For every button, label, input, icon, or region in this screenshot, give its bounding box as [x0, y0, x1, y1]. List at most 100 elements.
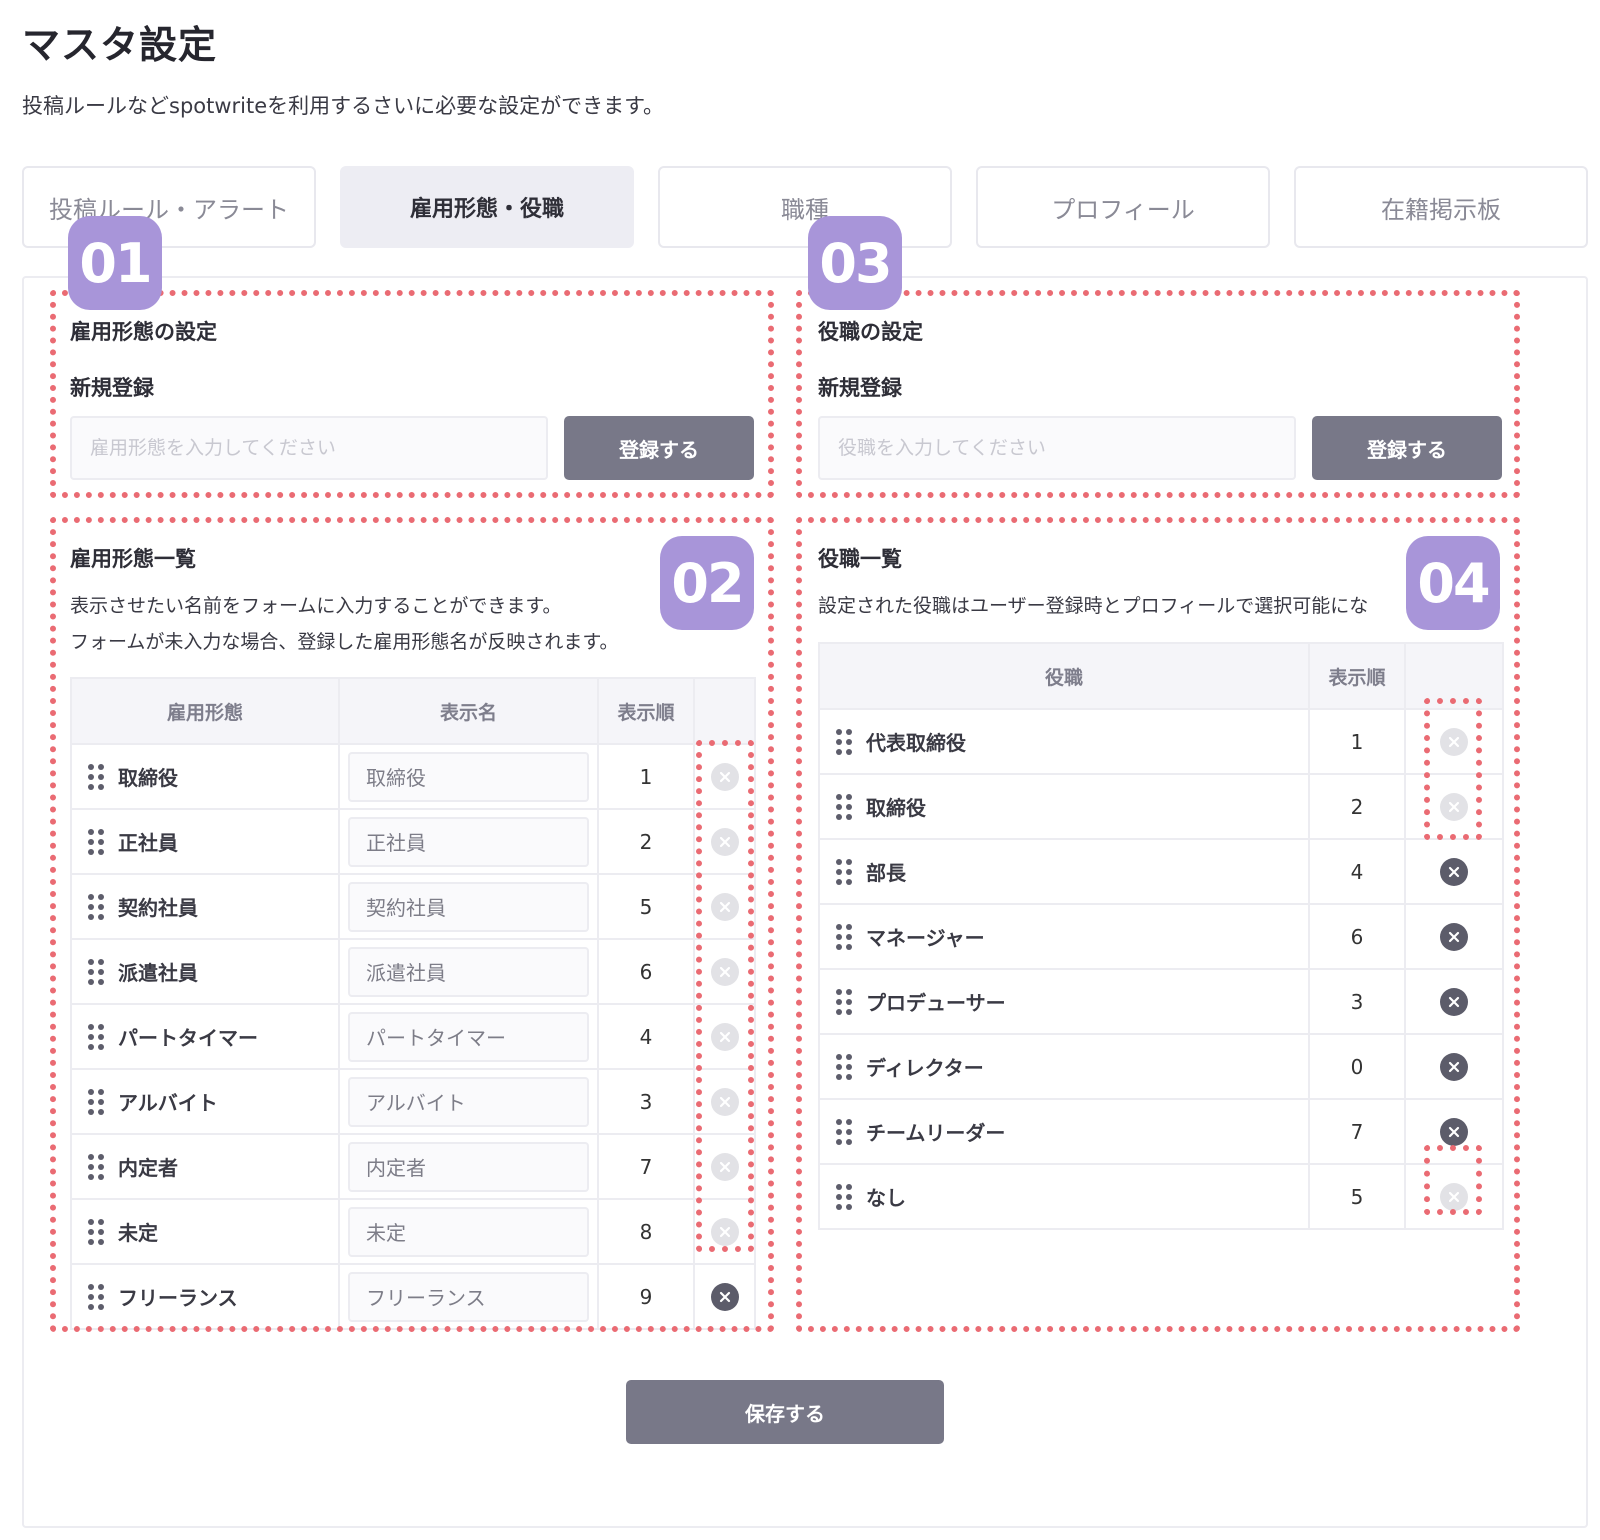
- tab-post-rules[interactable]: 投稿ルール・アラート: [22, 166, 316, 248]
- tab-employment-position[interactable]: 雇用形態・役職: [340, 166, 634, 248]
- drag-handle-icon[interactable]: [836, 923, 852, 950]
- drag-handle-icon[interactable]: [88, 958, 104, 985]
- delete-cell: [1404, 968, 1504, 1035]
- delete-icon[interactable]: [1440, 1182, 1468, 1211]
- delete-icon[interactable]: [710, 1087, 739, 1116]
- drag-handle-icon[interactable]: [836, 1053, 852, 1080]
- delete-icon[interactable]: [710, 1022, 739, 1051]
- drag-handle-icon[interactable]: [88, 1088, 104, 1115]
- employment-name: 取締役: [118, 766, 178, 790]
- tab-bar: 投稿ルール・アラート 雇用形態・役職 職種 プロフィール 在籍掲示板: [22, 166, 1588, 248]
- drag-handle-icon[interactable]: [836, 1118, 852, 1145]
- column-header-order: 表示順: [597, 677, 695, 745]
- delete-cell: [1404, 1033, 1504, 1100]
- display-name-input[interactable]: [348, 946, 589, 997]
- employment-name: 契約社員: [118, 896, 198, 920]
- display-name-input[interactable]: [348, 816, 589, 867]
- delete-cell: [1404, 1163, 1504, 1230]
- delete-icon[interactable]: [710, 957, 739, 986]
- display-name-cell: [338, 873, 599, 940]
- table-row: チームリーダー 7: [818, 1098, 1504, 1165]
- name-cell: 代表取締役: [818, 708, 1310, 775]
- name-cell: ディレクター: [818, 1033, 1310, 1100]
- drag-handle-icon[interactable]: [88, 893, 104, 920]
- employment-list-desc-2: フォームが未入力な場合、登録した雇用形態名が反映されます。: [70, 631, 619, 653]
- delete-icon[interactable]: [1440, 922, 1468, 951]
- display-name-input[interactable]: [348, 1011, 589, 1062]
- order-value: 3: [597, 1068, 695, 1135]
- display-name-input[interactable]: [348, 881, 589, 932]
- employment-settings-title: 雇用形態の設定: [70, 320, 217, 344]
- delete-icon[interactable]: [710, 1217, 739, 1246]
- table-row: アルバイト 3: [70, 1068, 756, 1135]
- badge-03: 03: [808, 216, 902, 310]
- table-row: 契約社員 5: [70, 873, 756, 940]
- position-name: 代表取締役: [866, 731, 966, 755]
- delete-cell: [693, 1198, 756, 1265]
- drag-handle-icon[interactable]: [836, 793, 852, 820]
- display-name-input[interactable]: [348, 1271, 589, 1322]
- delete-icon[interactable]: [1440, 792, 1468, 821]
- drag-handle-icon[interactable]: [88, 1153, 104, 1180]
- name-cell: なし: [818, 1163, 1310, 1230]
- drag-handle-icon[interactable]: [836, 728, 852, 755]
- position-name: 部長: [866, 861, 906, 885]
- drag-handle-icon[interactable]: [836, 988, 852, 1015]
- delete-icon[interactable]: [1440, 727, 1468, 756]
- drag-handle-icon[interactable]: [88, 1218, 104, 1245]
- delete-cell: [693, 808, 756, 875]
- drag-handle-icon[interactable]: [88, 763, 104, 790]
- order-value: 5: [597, 873, 695, 940]
- delete-icon[interactable]: [710, 762, 739, 791]
- employment-register-button[interactable]: 登録する: [564, 416, 754, 480]
- display-name-input[interactable]: [348, 1076, 589, 1127]
- display-name-cell: [338, 1198, 599, 1265]
- column-header-order: 表示順: [1308, 642, 1406, 710]
- order-value: 4: [1308, 838, 1406, 905]
- position-register-button[interactable]: 登録する: [1312, 416, 1502, 480]
- delete-icon[interactable]: [710, 1282, 739, 1311]
- position-list-desc: 設定された役職はユーザー登録時とプロフィールで選択可能にな: [818, 595, 1369, 617]
- position-list-title: 役職一覧: [818, 547, 902, 571]
- name-cell: チームリーダー: [818, 1098, 1310, 1165]
- delete-cell: [1404, 1098, 1504, 1165]
- table-row: 代表取締役 1: [818, 708, 1504, 775]
- save-button[interactable]: 保存する: [626, 1380, 944, 1444]
- delete-cell: [1404, 838, 1504, 905]
- display-name-input[interactable]: [348, 1206, 589, 1257]
- delete-cell: [1404, 708, 1504, 775]
- drag-handle-icon[interactable]: [88, 1023, 104, 1050]
- drag-handle-icon[interactable]: [836, 858, 852, 885]
- delete-icon[interactable]: [1440, 857, 1468, 886]
- position-table: 役職 表示順 代表取締役 1 取締役 2 部長 4 マネージャー 6 プロデューサー 3 ディレクタ…: [818, 642, 1504, 1230]
- position-name: マネージャー: [866, 926, 985, 950]
- delete-icon[interactable]: [710, 1152, 739, 1181]
- name-cell: 取締役: [70, 743, 340, 810]
- display-name-input[interactable]: [348, 1141, 589, 1192]
- table-row: フリーランス 9: [70, 1263, 756, 1330]
- drag-handle-icon[interactable]: [88, 1283, 104, 1310]
- employment-input[interactable]: [70, 416, 548, 480]
- position-input[interactable]: [818, 416, 1296, 480]
- employment-list-desc-1: 表示させたい名前をフォームに入力することができます。: [70, 595, 562, 617]
- badge-01: 01: [68, 216, 162, 310]
- delete-icon[interactable]: [710, 892, 739, 921]
- tab-profile[interactable]: プロフィール: [976, 166, 1270, 248]
- table-row: プロデューサー 3: [818, 968, 1504, 1035]
- delete-icon[interactable]: [1440, 1052, 1468, 1081]
- employment-name: フリーランス: [118, 1286, 238, 1310]
- drag-handle-icon[interactable]: [836, 1183, 852, 1210]
- order-value: 0: [1308, 1033, 1406, 1100]
- employment-name: 未定: [118, 1221, 158, 1245]
- tab-job-type[interactable]: 職種: [658, 166, 952, 248]
- drag-handle-icon[interactable]: [88, 828, 104, 855]
- delete-icon[interactable]: [710, 827, 739, 856]
- table-row: 部長 4: [818, 838, 1504, 905]
- delete-icon[interactable]: [1440, 987, 1468, 1016]
- delete-cell: [693, 873, 756, 940]
- table-row: 派遣社員 6: [70, 938, 756, 1005]
- tab-bulletin-board[interactable]: 在籍掲示板: [1294, 166, 1588, 248]
- display-name-cell: [338, 743, 599, 810]
- display-name-input[interactable]: [348, 751, 589, 802]
- delete-icon[interactable]: [1440, 1117, 1468, 1146]
